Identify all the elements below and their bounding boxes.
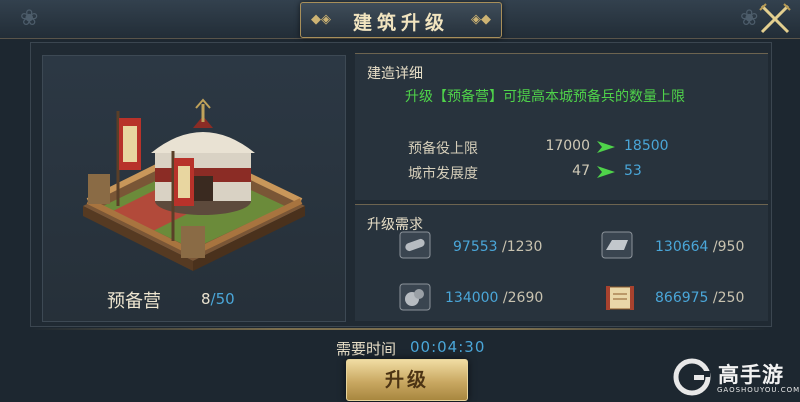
resource-have: 866975 — [655, 290, 709, 306]
upgrade-description: 升级【预备营】可提高本城预备兵的数量上限 — [405, 89, 685, 105]
arrow-right-icon — [597, 141, 615, 153]
right-ornament-icon: ◈◆ — [471, 12, 491, 27]
resource-need: /250 — [712, 290, 745, 306]
upgrade-button[interactable]: 升级 — [346, 359, 468, 401]
resource-have: 134000 — [445, 290, 499, 306]
title-bar: ❀ ❀ ◆◈ 建筑升级 ◈◆ — [0, 0, 800, 39]
stat-current-value: 47 — [572, 163, 590, 179]
building-count: 8/50 — [201, 290, 235, 308]
resource-need: /950 — [712, 239, 745, 255]
resource-have: 97553 — [453, 239, 498, 255]
building-count-current: 8 — [201, 290, 211, 308]
resource-have: 130664 — [655, 239, 709, 255]
building-name: 预备营 — [107, 291, 161, 312]
watermark-brand: 高手游 — [718, 363, 784, 387]
building-panel: 预备营 8/50 — [42, 55, 346, 322]
resource-iron-value: 130664 /950 — [655, 239, 744, 255]
stat-next-value: 53 — [624, 163, 642, 179]
crossed-swords-close-icon — [759, 3, 791, 34]
watermark-url: GAOSHOUYOU.COM — [717, 386, 800, 394]
resource-need: /1230 — [502, 239, 543, 255]
resource-scroll-value: 866975 /250 — [655, 290, 744, 306]
iron-ingot-icon — [601, 231, 633, 259]
stone-icon — [399, 283, 431, 311]
wood-icon — [399, 231, 431, 259]
stat-current-value: 17000 — [545, 138, 590, 154]
reserve-camp-building-icon — [83, 98, 305, 271]
stat-label: 城市发展度 — [408, 166, 478, 182]
swirl-ornament-icon: ❀ — [20, 6, 39, 31]
footer-divider — [30, 328, 770, 330]
arrow-right-icon — [597, 166, 615, 178]
time-value: 00:04:30 — [410, 338, 486, 356]
building-count-max: 50 — [215, 290, 235, 308]
title-plaque: ◆◈ 建筑升级 ◈◆ — [300, 2, 502, 38]
resource-wood-value: 97553 /1230 — [453, 239, 542, 255]
resource-need: /2690 — [502, 290, 544, 306]
scroll-icon — [606, 286, 634, 310]
close-button[interactable] — [756, 0, 794, 38]
details-section-title: 建造详细 — [367, 66, 423, 82]
stat-label: 预备役上限 — [408, 141, 478, 157]
time-label: 需要时间 — [336, 340, 397, 358]
stat-next-value: 18500 — [624, 138, 669, 154]
resource-stone-value: 134000 /2690 — [445, 290, 543, 306]
